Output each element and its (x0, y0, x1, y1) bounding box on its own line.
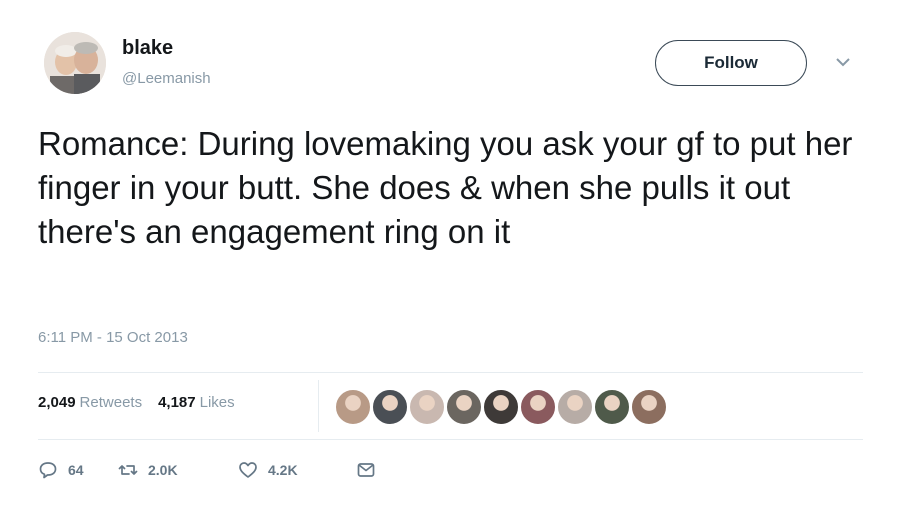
tweet-text: Romance: During lovemaking you ask your … (38, 125, 853, 250)
stats-separator (318, 380, 319, 432)
tweet-card: blake @Leemanish Follow Romance: During … (0, 0, 901, 510)
divider (38, 372, 863, 373)
reply-icon (39, 462, 57, 479)
tweet-timestamp[interactable]: 6:11 PM - 15 Oct 2013 (38, 329, 188, 346)
liker-avatar[interactable] (630, 388, 668, 426)
user-avatar[interactable] (44, 32, 106, 94)
reply-button[interactable]: 64 (38, 460, 118, 480)
liker-avatar[interactable] (556, 388, 594, 426)
liker-avatar[interactable] (371, 388, 409, 426)
retweet-button[interactable]: 2.0K (118, 460, 238, 480)
retweet-icon (118, 465, 138, 475)
engagement-stats: 2,049 Retweets 4,187 Likes (38, 394, 235, 411)
divider (38, 439, 863, 440)
retweet-count: 2.0K (148, 462, 178, 478)
message-button[interactable] (356, 460, 376, 480)
liker-avatars (334, 388, 668, 426)
envelope-icon (357, 463, 375, 477)
likes-label[interactable]: Likes (200, 394, 235, 411)
tweet-actions: 64 2.0K 4.2K (38, 460, 376, 480)
chevron-down-icon[interactable] (835, 56, 851, 68)
liker-avatar[interactable] (519, 388, 557, 426)
likes-count[interactable]: 4,187 (158, 394, 196, 411)
liker-avatar[interactable] (445, 388, 483, 426)
retweets-count[interactable]: 2,049 (38, 394, 76, 411)
like-button[interactable]: 4.2K (238, 460, 356, 480)
follow-button[interactable]: Follow (655, 40, 807, 86)
liker-avatar[interactable] (408, 388, 446, 426)
retweets-label[interactable]: Retweets (80, 394, 143, 411)
user-name[interactable]: blake (122, 37, 173, 60)
heart-icon (239, 462, 257, 478)
like-count: 4.2K (268, 462, 298, 478)
avatar-photo-icon (44, 32, 106, 94)
reply-count: 64 (68, 462, 84, 478)
liker-avatar[interactable] (334, 388, 372, 426)
liker-avatar[interactable] (593, 388, 631, 426)
liker-avatar[interactable] (482, 388, 520, 426)
user-handle[interactable]: @Leemanish (122, 70, 211, 87)
